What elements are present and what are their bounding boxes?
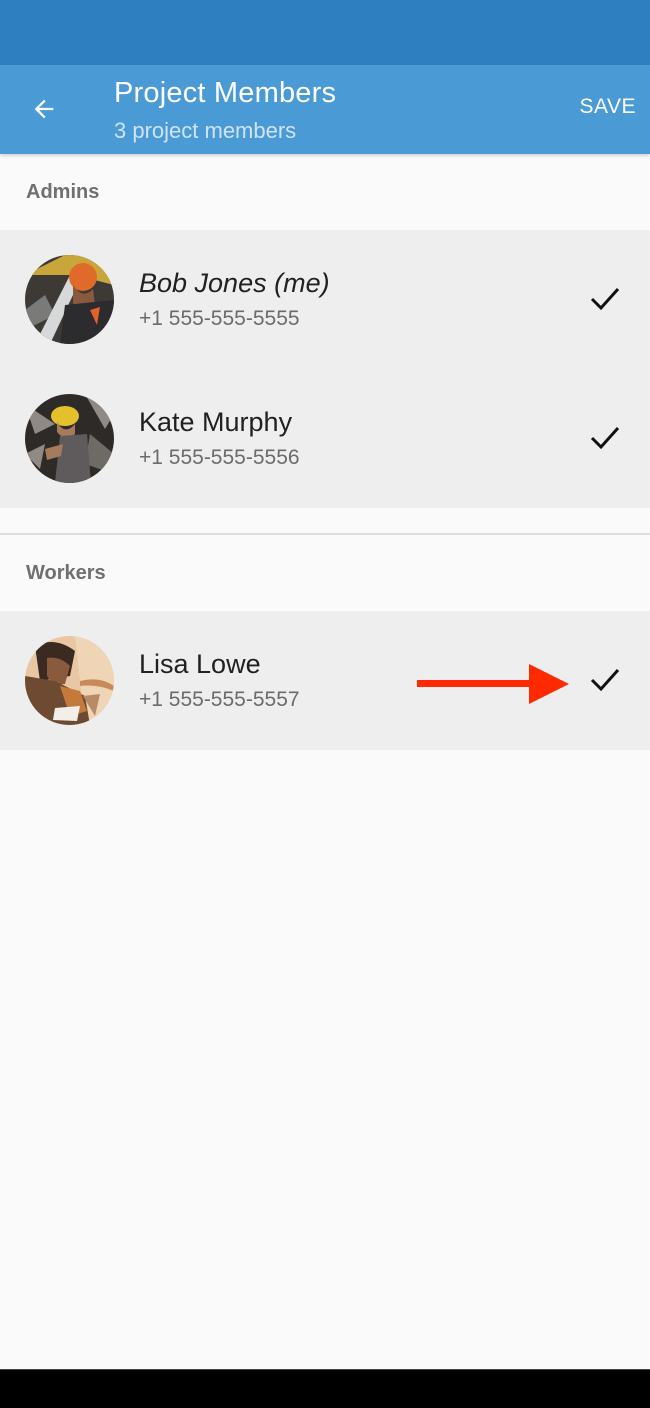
section-title: Workers [26,562,106,584]
woman-working-photo-icon [25,636,114,725]
member-count-subtitle: 3 project members [114,118,297,143]
member-name: Bob Jones (me) [139,268,330,298]
status-bar [0,0,650,65]
section-header-admins: Admins [0,154,650,230]
app-bar: Project Members 3 project members SAVE [0,65,650,154]
avatar [25,394,114,483]
avatar [25,255,114,344]
member-phone: +1 555-555-5555 [139,307,300,330]
worker-yellow-hardhat-photo-icon [25,394,114,483]
red-arrow-right-icon [417,664,569,704]
checkmark-icon[interactable] [589,424,621,452]
member-row-bob-jones[interactable]: Bob Jones (me) +1 555-555-5555 [0,230,650,369]
member-name: Kate Murphy [139,407,293,437]
member-phone: +1 555-555-5556 [139,446,300,469]
member-row-kate-murphy[interactable]: Kate Murphy +1 555-555-5556 [0,369,650,508]
checkmark-icon[interactable] [589,285,621,313]
checkmark-icon[interactable] [589,666,621,694]
section-title: Admins [26,181,100,203]
arrow-left-icon [34,99,54,119]
worker-orange-hardhat-photo-icon [25,255,114,344]
page-title: Project Members [114,77,337,109]
section-header-workers: Workers [0,535,650,611]
system-navigation-bar [0,1369,650,1408]
member-phone: +1 555-555-5557 [139,688,300,711]
member-name: Lisa Lowe [139,649,261,679]
admins-list: Bob Jones (me) +1 555-555-5555 Kate Murp… [0,230,650,508]
avatar [25,636,114,725]
save-button[interactable]: SAVE [580,95,636,119]
back-button[interactable] [22,87,66,131]
